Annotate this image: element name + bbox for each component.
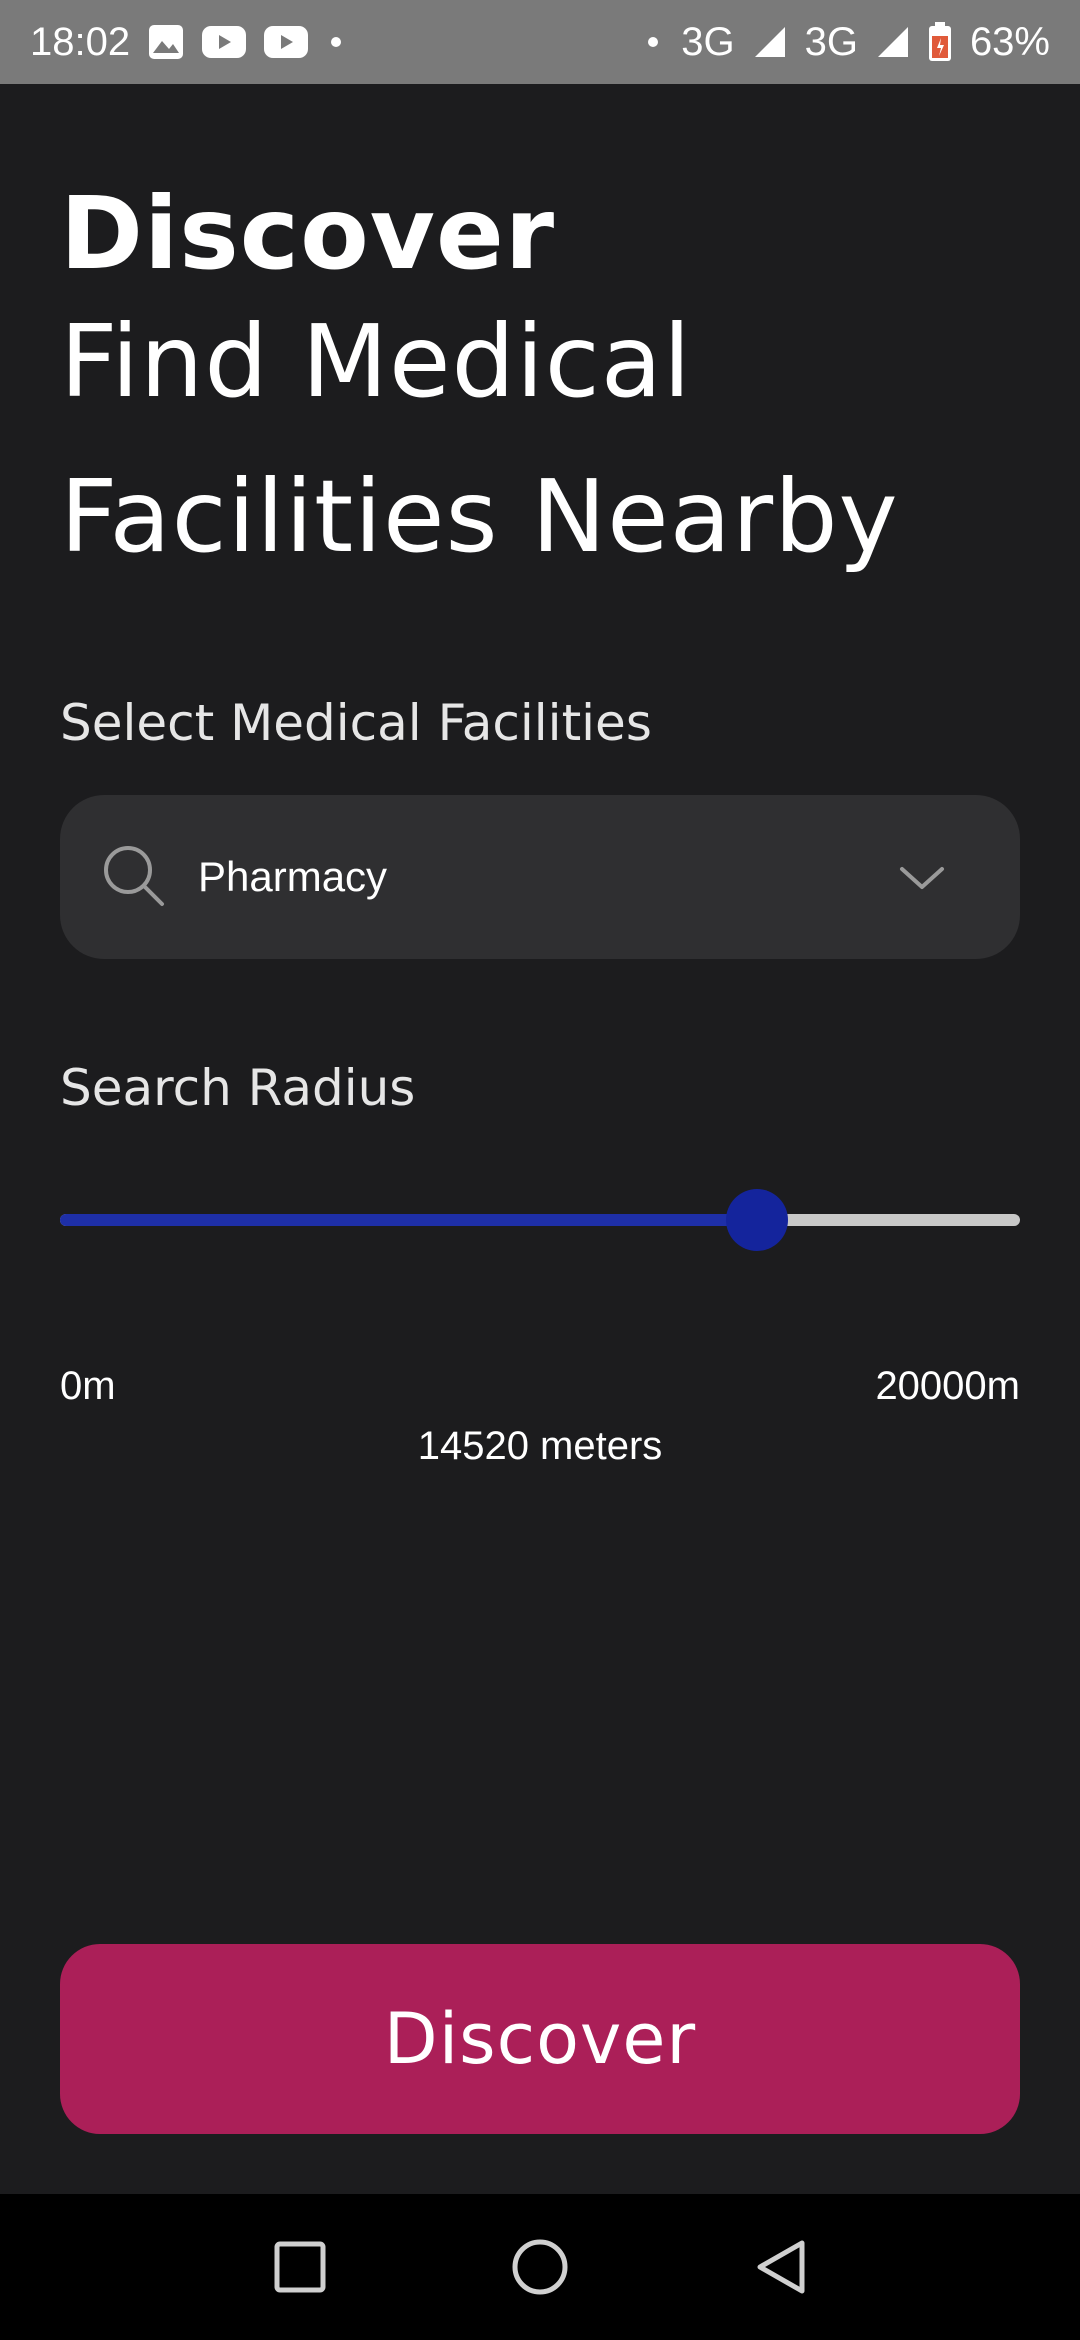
network-type-2: 3G [804, 19, 858, 64]
more-notifications-dot-icon [326, 32, 346, 52]
discover-button[interactable]: Discover [60, 1944, 1020, 2134]
circle-icon [512, 2239, 568, 2295]
status-time: 18:02 [30, 19, 131, 64]
facility-dropdown[interactable]: Pharmacy [60, 795, 1020, 959]
page-subtitle: Find Medical Facilities Nearby [60, 303, 899, 575]
radius-label: Search Radius [60, 1059, 416, 1117]
back-button[interactable] [745, 2232, 815, 2302]
signal-icon [753, 25, 787, 59]
radius-min-label: 0m [60, 1364, 116, 1408]
dot-icon [643, 32, 663, 52]
chevron-down-icon [894, 857, 950, 897]
home-button[interactable] [505, 2232, 575, 2302]
facility-label: Select Medical Facilities [60, 694, 652, 752]
image-notification-icon [148, 24, 184, 60]
radius-slider[interactable] [60, 1189, 1020, 1251]
battery-level: 63% [969, 19, 1050, 64]
status-left: 18:02 [30, 20, 346, 65]
system-nav-bar [0, 2194, 1080, 2340]
status-right: 3G 3G 63% [643, 20, 1050, 65]
radius-current-value: 14520 meters [417, 1424, 663, 1468]
page-title: Discover [60, 175, 556, 292]
youtube-notification-icon [202, 26, 247, 58]
recents-button[interactable] [265, 2232, 335, 2302]
status-bar: 18:02 3G 3G 63% [0, 0, 1080, 84]
radius-slider-fill [60, 1214, 757, 1226]
radius-slider-thumb[interactable] [725, 1189, 788, 1251]
network-type-1: 3G [681, 19, 735, 64]
triangle-back-icon [757, 2240, 805, 2294]
radius-max-label: 20000m [875, 1364, 1020, 1408]
youtube-notification-icon [264, 26, 309, 58]
facility-selected-value: Pharmacy [198, 853, 388, 900]
app-screen: Discover Find Medical Facilities Nearby … [0, 84, 1080, 2194]
signal-icon [876, 25, 910, 59]
battery-charging-icon [928, 22, 952, 62]
square-icon [274, 2241, 326, 2293]
search-icon [100, 842, 170, 912]
